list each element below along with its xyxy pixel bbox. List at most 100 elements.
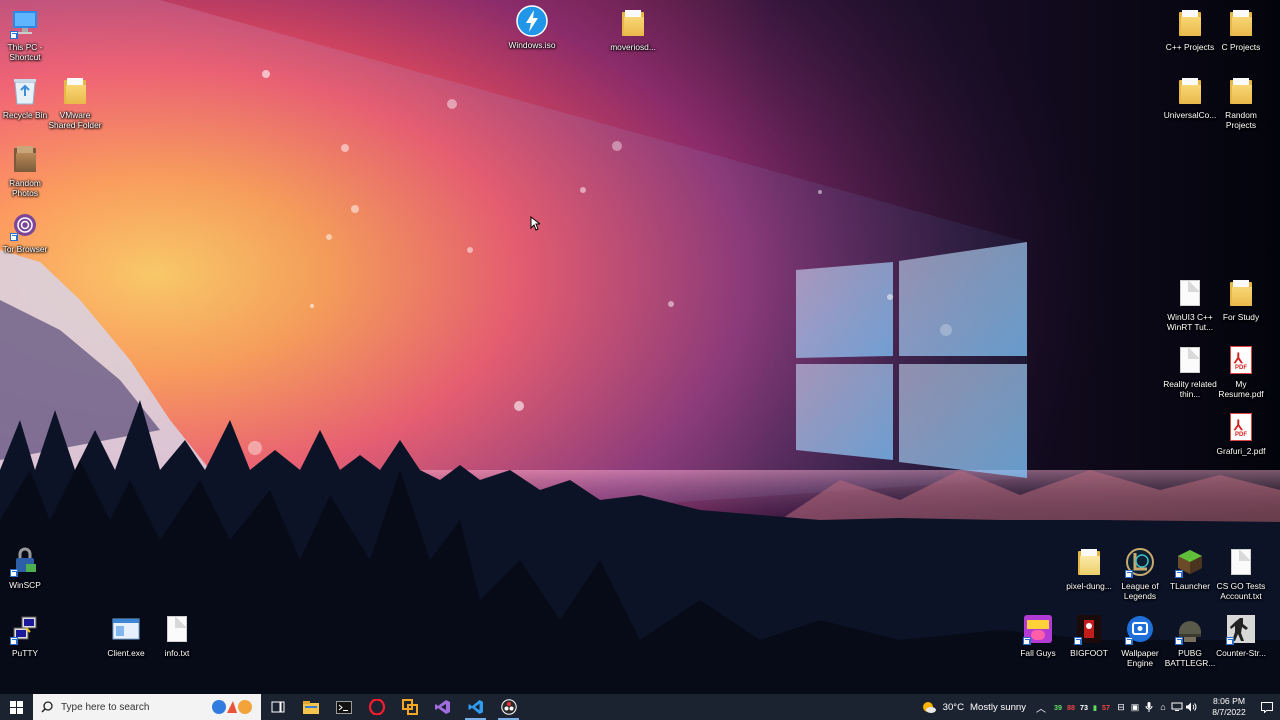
- winscp-icon: [8, 544, 42, 578]
- folder-icon: [1224, 74, 1258, 108]
- icon-label: Random Projects: [1225, 110, 1257, 130]
- icon-label: WinUI3 C++ WinRT Tut...: [1166, 312, 1214, 332]
- weather-sun-icon: [922, 702, 936, 713]
- icon-label: Recycle Bin: [2, 110, 48, 120]
- taskbar-obs[interactable]: [492, 694, 525, 720]
- icon-label: TLauncher: [1169, 581, 1211, 591]
- show-hidden-icons-button[interactable]: ︿: [1032, 694, 1050, 720]
- notification-center-button[interactable]: [1254, 694, 1280, 720]
- document-icon: [1173, 343, 1207, 377]
- desktop-icon-csgo-txt[interactable]: CS GO Tests Account.txt: [1212, 545, 1270, 601]
- signal-bar-icon: ▮: [1093, 702, 1097, 712]
- folder-icon: [58, 74, 92, 108]
- desktop-icon-reality[interactable]: Reality related thin...: [1161, 343, 1219, 399]
- desktop-icon-tor-browser[interactable]: Tor Browser: [0, 208, 54, 254]
- start-button[interactable]: [0, 694, 33, 720]
- icon-label: Windows.iso: [508, 40, 556, 50]
- desktop-icon-winui3[interactable]: WinUI3 C++ WinRT Tut...: [1161, 276, 1219, 332]
- desktop-icon-info-txt[interactable]: info.txt: [148, 612, 206, 658]
- fall-guys-icon: [1021, 612, 1055, 646]
- monitor-value: 39: [1054, 702, 1063, 712]
- folder-icon: [1173, 6, 1207, 40]
- text-file-icon: [1224, 545, 1258, 579]
- icon-label: Tor Browser: [2, 244, 48, 254]
- putty-icon: [8, 612, 42, 646]
- desktop-icon-bigfoot[interactable]: BIGFOOT: [1060, 612, 1118, 658]
- application-icon: [109, 612, 143, 646]
- weather-widget[interactable]: 30°C Mostly sunny: [915, 694, 1032, 720]
- icon-label: CS GO Tests Account.txt: [1216, 581, 1266, 601]
- taskbar-terminal[interactable]: [327, 694, 360, 720]
- desktop-icon-random-projects[interactable]: Random Projects: [1212, 74, 1270, 130]
- desktop-icon-random-photos[interactable]: Random Photos: [0, 142, 54, 198]
- desktop-icon-client-exe[interactable]: Client.exe: [97, 612, 155, 658]
- visual-studio-icon: [434, 700, 450, 714]
- desktop-icon-vmware-shared-folder[interactable]: VMware Shared Folder: [46, 74, 104, 130]
- windows-logo-icon: [10, 700, 23, 714]
- search-icon: [41, 701, 53, 713]
- desktop-icon-windows-iso[interactable]: Windows.iso: [503, 4, 561, 50]
- folder-icon: [1224, 276, 1258, 310]
- taskbar-vs-code[interactable]: [459, 694, 492, 720]
- notification-icon: [1261, 701, 1273, 713]
- taskbar-file-explorer[interactable]: [294, 694, 327, 720]
- desktop-icon-universalco[interactable]: UniversalCo...: [1161, 74, 1219, 120]
- file-explorer-icon: [302, 700, 319, 714]
- icon-label: moveriosd...: [610, 42, 656, 52]
- monitor-icon: [8, 6, 42, 40]
- taskbar-opera[interactable]: [360, 694, 393, 720]
- desktop-icon-moveriosd[interactable]: moveriosd...: [604, 6, 662, 52]
- task-view-button[interactable]: [261, 694, 294, 720]
- desktop-icon-putty[interactable]: PuTTY: [0, 612, 54, 658]
- volume-icon[interactable]: [1184, 694, 1198, 720]
- terminal-icon: [335, 700, 352, 714]
- icon-label: PuTTY: [11, 648, 39, 658]
- disc-image-icon: [515, 4, 549, 38]
- taskbar-search-box[interactable]: Type here to search: [33, 694, 261, 720]
- clock[interactable]: 8:06 PM 8/7/2022: [1204, 696, 1254, 718]
- icon-label: pixel-dung...: [1066, 581, 1112, 591]
- desktop-icon-my-resume[interactable]: ⅄ PDF My Resume.pdf: [1212, 343, 1270, 399]
- pdf-icon: ⅄ PDF: [1224, 410, 1258, 444]
- icon-label: Client.exe: [107, 648, 145, 658]
- clock-date: 8/7/2022: [1212, 707, 1246, 717]
- wallpaper-engine-icon: [1123, 612, 1157, 646]
- hardware-monitor-tray[interactable]: 39 88 73 ▮ 57: [1050, 694, 1114, 720]
- desktop-icon-pixel-dung[interactable]: pixel-dung...: [1060, 545, 1118, 591]
- desktop-icon-for-study[interactable]: For Study: [1212, 276, 1270, 322]
- network-icon[interactable]: [1170, 694, 1184, 720]
- bigfoot-icon: [1072, 612, 1106, 646]
- mouse-cursor-icon: [530, 215, 542, 236]
- recycle-bin-icon: [8, 74, 42, 108]
- league-of-legends-icon: [1123, 545, 1157, 579]
- pdf-icon: ⅄ PDF: [1224, 343, 1258, 377]
- taskbar-visual-studio[interactable]: [426, 694, 459, 720]
- monitor-value: 73: [1080, 702, 1089, 712]
- weather-description: Mostly sunny: [970, 701, 1027, 713]
- bluetooth-phone-icon[interactable]: ⌂: [1156, 694, 1170, 720]
- desktop-icon-this-pc[interactable]: This PC - Shortcut: [0, 6, 54, 62]
- task-view-icon: [271, 701, 284, 713]
- icon-label: This PC - Shortcut: [7, 42, 43, 62]
- icon-label: VMware Shared Folder: [48, 110, 102, 130]
- folder-icon: [1224, 6, 1258, 40]
- desktop-icon-winscp[interactable]: WinSCP: [0, 544, 54, 590]
- desktop-icon-grafuri[interactable]: ⅄ PDF Grafuri_2.pdf: [1212, 410, 1270, 456]
- system-tray: 30°C Mostly sunny ︿ 39 88 73 ▮ 57 ⊟ ▣ ⌂ …: [915, 694, 1280, 720]
- desktop-icon-pubg[interactable]: PUBG BATTLEGR...: [1161, 612, 1219, 668]
- tray-app-icon[interactable]: ▣: [1128, 694, 1142, 720]
- search-placeholder: Type here to search: [61, 701, 150, 713]
- desktop-icon-tlauncher[interactable]: TLauncher: [1161, 545, 1219, 591]
- microphone-icon[interactable]: [1142, 694, 1156, 720]
- desktop-icon-counter-strike[interactable]: Counter-Str...: [1212, 612, 1270, 658]
- taskbar-vmware[interactable]: [393, 694, 426, 720]
- icon-label: Counter-Str...: [1216, 648, 1266, 658]
- desktop-icon-c-projects[interactable]: C Projects: [1212, 6, 1270, 52]
- desktop-icon-fall-guys[interactable]: Fall Guys: [1009, 612, 1067, 658]
- desktop-icon-cpp-projects[interactable]: C++ Projects: [1161, 6, 1219, 52]
- clock-time: 8:06 PM: [1212, 696, 1245, 706]
- icon-label: Fall Guys: [1020, 648, 1056, 658]
- icon-label: Random Photos: [9, 178, 41, 198]
- taskbar: Type here to search 30°C Mostly sunny ︿: [0, 694, 1280, 720]
- tray-usb-icon[interactable]: ⊟: [1114, 694, 1128, 720]
